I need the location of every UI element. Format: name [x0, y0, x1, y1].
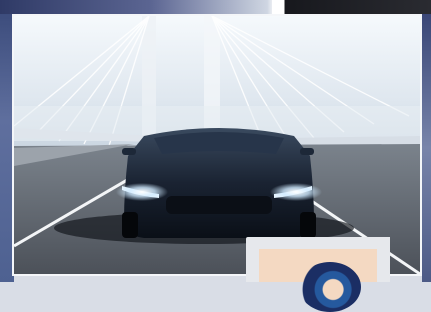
windshield: [154, 132, 284, 154]
front-grille: [166, 196, 272, 214]
mirror-right: [300, 148, 314, 155]
hero-photo: [14, 16, 420, 274]
top-strip-gap: [272, 0, 284, 14]
wheel-left: [122, 212, 138, 238]
brand-logo-icon: [299, 262, 361, 312]
top-border-strip: [0, 0, 431, 14]
car: [116, 128, 322, 238]
right-border: [422, 14, 431, 282]
overlay-card: [246, 237, 390, 312]
mirror-left: [122, 148, 136, 155]
overlay-card-inner: [259, 249, 377, 312]
headlight-glow-right: [270, 183, 322, 201]
wheel-right: [300, 212, 316, 238]
headlight-glow-left: [116, 183, 168, 201]
